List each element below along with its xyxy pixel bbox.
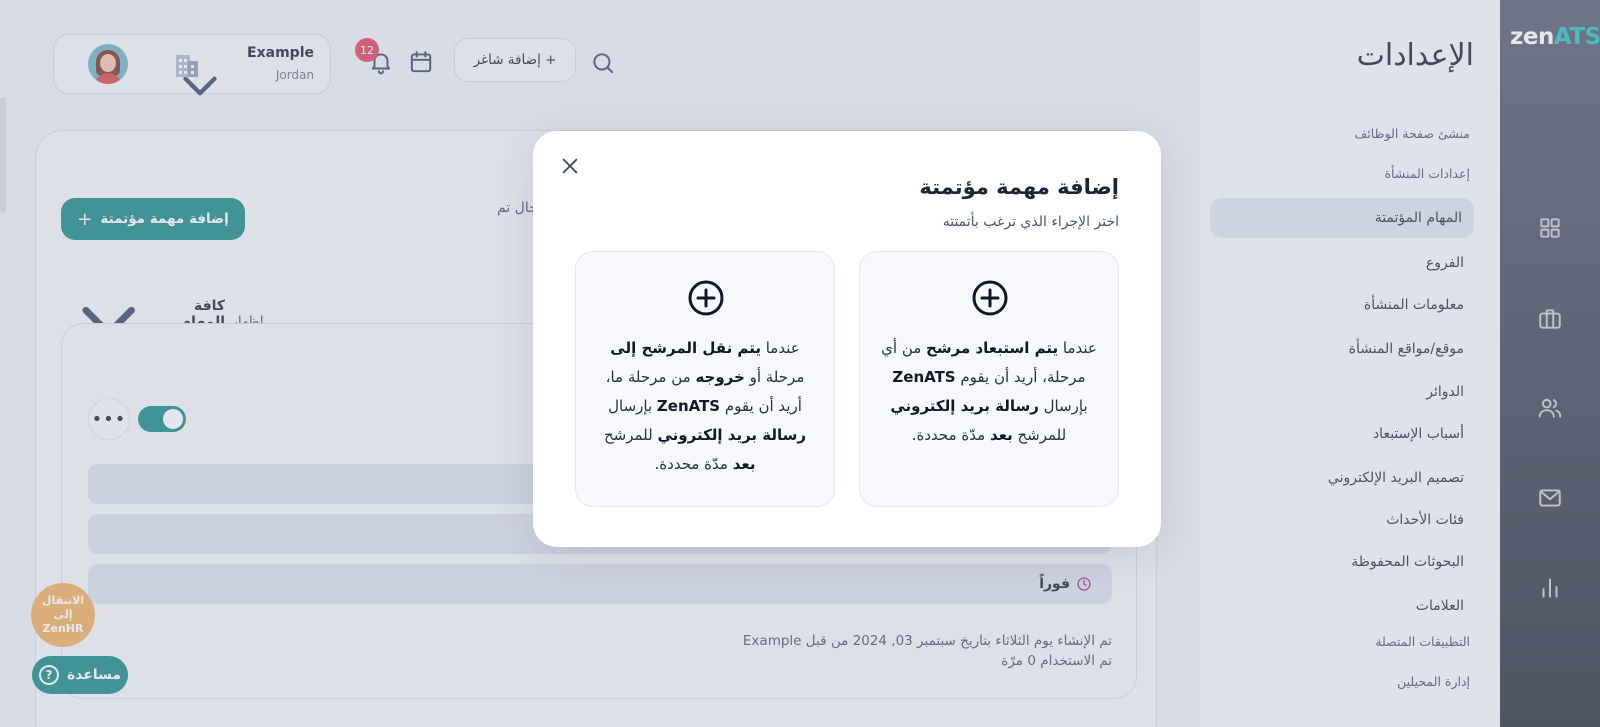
scrollbar[interactable] — [0, 97, 6, 213]
modal-title: إضافة مهمة مؤتمتة — [919, 175, 1119, 199]
option-candidate-moved[interactable]: عندما يتم نقل المرشح إلى مرحلة أو خروجه … — [575, 251, 835, 507]
plus-circle-icon — [972, 280, 1008, 316]
option-candidate-disqualified[interactable]: عندما يتم استبعاد مرشح من أي مرحلة، أريد… — [859, 251, 1119, 507]
close-icon[interactable] — [559, 155, 581, 177]
modal-subtitle: اختر الإجراء الذي ترغب بأتمتته — [942, 214, 1119, 230]
option-description: عندما يتم نقل المرشح إلى مرحلة أو خروجه … — [603, 339, 807, 473]
add-automated-task-modal: إضافة مهمة مؤتمتة اختر الإجراء الذي ترغب… — [533, 131, 1161, 547]
plus-circle-icon — [688, 280, 724, 316]
option-description: عندما يتم استبعاد مرشح من أي مرحلة، أريد… — [881, 339, 1097, 444]
